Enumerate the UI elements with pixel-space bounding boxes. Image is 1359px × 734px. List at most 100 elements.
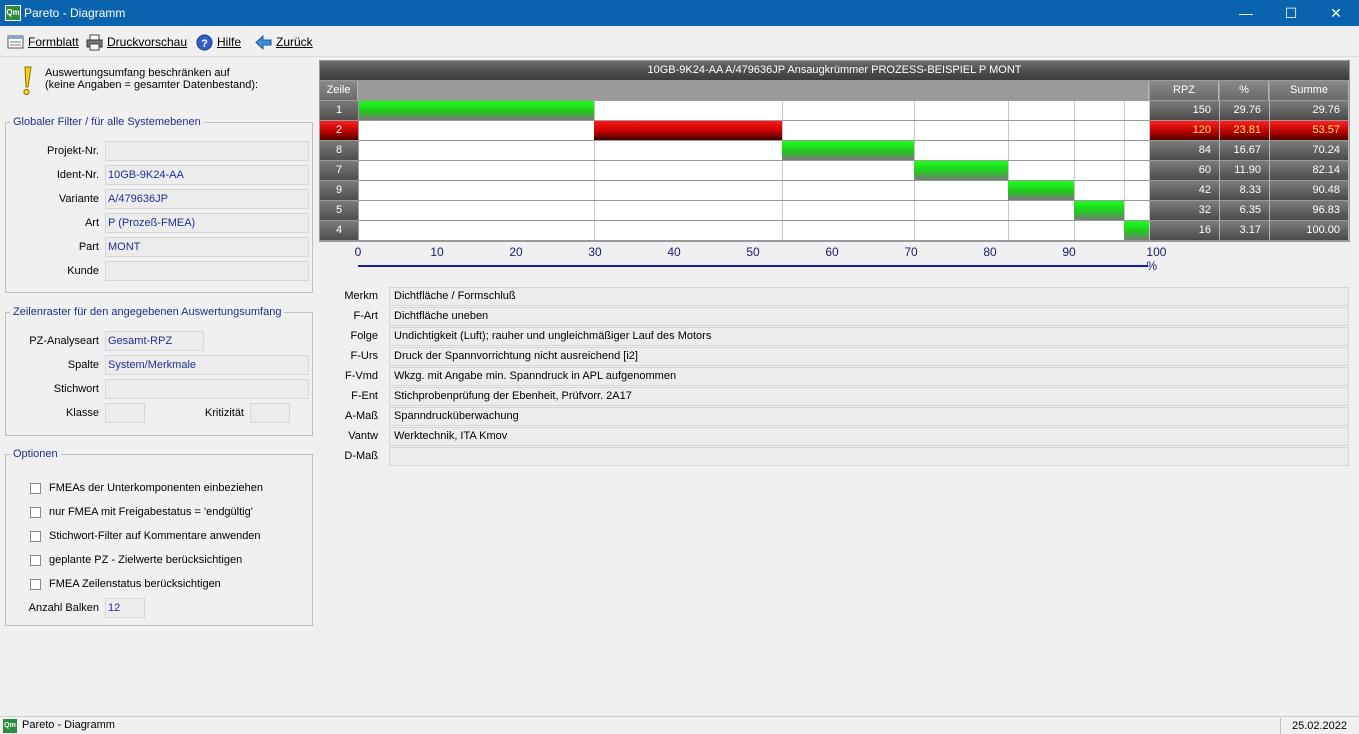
axis-tick-label: 20: [509, 245, 523, 259]
grid-line: [1007, 101, 1009, 120]
checkbox[interactable]: [30, 530, 41, 542]
detail-field[interactable]: Dichtfläche uneben: [389, 307, 1349, 326]
detail-label: F-Vmd: [345, 370, 378, 382]
stichwort-field[interactable]: [105, 379, 309, 399]
detail-field[interactable]: [389, 447, 1349, 466]
cumulative-value: 29.76: [1270, 101, 1349, 120]
kunde-label: Kunde: [67, 265, 99, 277]
part-label: Part: [78, 241, 99, 253]
detail-field[interactable]: Dichtfläche / Formschluß: [389, 287, 1349, 306]
detail-field[interactable]: Spanndrucküberwachung: [389, 407, 1349, 426]
rpz-value: 120: [1150, 121, 1220, 140]
pz-analyseart-field[interactable]: Gesamt-RPZ: [105, 331, 204, 351]
projekt-nr-label: Projekt-Nr.: [47, 145, 99, 157]
pareto-row[interactable]: 7 60 11.90 82.14: [320, 161, 1349, 180]
option-release-status[interactable]: nur FMEA mit Freigabestatus = 'endgültig…: [30, 506, 253, 518]
grid-line: [782, 221, 784, 240]
druckvorschau-button[interactable]: Druckvorschau: [86, 31, 187, 53]
cumulative-value: 96.83: [1270, 201, 1349, 220]
pareto-row[interactable]: 4 16 3.17 100.00: [320, 221, 1349, 240]
ident-nr-label: Ident-Nr.: [56, 169, 99, 181]
column-header-rpz: RPZ: [1150, 81, 1219, 100]
toolbar: Formblatt Druckvorschau ? Hilfe Zurück: [0, 26, 1359, 57]
option-label: FMEA Zeilenstatus berücksichtigen: [49, 578, 221, 590]
detail-field[interactable]: Werktechnik, ITA Kmov: [389, 427, 1349, 446]
pareto-chart: 10GB-9K24-AA A/479636JP Ansaugkrümmer PR…: [319, 60, 1350, 242]
formblatt-button[interactable]: Formblatt: [7, 31, 79, 53]
option-row-status[interactable]: FMEA Zeilenstatus berücksichtigen: [30, 578, 221, 590]
percent-value: 8.33: [1220, 181, 1270, 200]
column-header-percent: %: [1220, 81, 1269, 100]
detail-field[interactable]: Undichtigkeit (Luft); rauher und ungleic…: [389, 327, 1349, 346]
detail-label: F-Art: [353, 310, 378, 322]
option-label: nur FMEA mit Freigabestatus = 'endgültig…: [49, 506, 253, 518]
pareto-row[interactable]: 2 120 23.81 53.57: [320, 121, 1349, 140]
grid-line: [1073, 181, 1075, 200]
spalte-field[interactable]: System/Merkmale: [105, 355, 309, 375]
row-bar-area: [359, 181, 1150, 200]
pareto-bar: [1123, 221, 1149, 240]
anzahl-balken-field[interactable]: 12: [105, 598, 145, 618]
checkbox[interactable]: [30, 506, 41, 518]
checkbox[interactable]: [30, 554, 41, 566]
detail-label: F-Ent: [351, 390, 378, 402]
grid-line: [1073, 121, 1075, 140]
ident-nr-field[interactable]: 10GB-9K24-AA: [105, 165, 309, 185]
rpz-value: 150: [1150, 101, 1220, 120]
bar-area-header: [358, 81, 1149, 100]
anzahl-balken-label: Anzahl Balken: [28, 602, 99, 614]
app-icon: Qm: [3, 719, 17, 733]
detail-field[interactable]: Wkzg. mit Angabe min. Spanndruck in APL …: [389, 367, 1349, 386]
part-field[interactable]: MONT: [105, 237, 309, 257]
hint-line-1: Auswertungsumfang beschränken auf: [45, 67, 230, 79]
axis-tick-label: 0: [354, 245, 362, 259]
projekt-nr-field[interactable]: [105, 141, 309, 161]
checkbox[interactable]: [30, 578, 41, 590]
klasse-field[interactable]: [105, 403, 145, 423]
grid-line: [1123, 181, 1125, 200]
cumulative-value: 100.00: [1270, 221, 1349, 240]
pareto-row[interactable]: 8 84 16.67 70.24: [320, 141, 1349, 160]
detail-field[interactable]: Druck der Spannvorrichtung nicht ausreic…: [389, 347, 1349, 366]
grid-line: [782, 201, 784, 220]
grid-line: [782, 181, 784, 200]
pareto-row[interactable]: 5 32 6.35 96.83: [320, 201, 1349, 220]
grid-line: [1073, 221, 1075, 240]
hint-line-2: (keine Angaben = gesamter Datenbestand):: [45, 79, 259, 91]
option-keyword-comments[interactable]: Stichwort-Filter auf Kommentare anwenden: [30, 530, 261, 542]
kunde-field[interactable]: [105, 261, 309, 281]
hilfe-button[interactable]: ? Hilfe: [196, 31, 241, 53]
rpz-value: 60: [1150, 161, 1220, 180]
option-subcomponents[interactable]: FMEAs der Unterkomponenten einbeziehen: [30, 482, 263, 494]
pareto-row[interactable]: 9 42 8.33 90.48: [320, 181, 1349, 200]
form-icon: [7, 34, 24, 51]
detail-field[interactable]: Stichprobenprüfung der Ebenheit, Prüfvor…: [389, 387, 1349, 406]
grid-line: [594, 161, 596, 180]
filter-panel: Auswertungsumfang beschränken auf (keine…: [0, 58, 318, 714]
row-bar-area: [359, 201, 1150, 220]
close-button[interactable]: ✕: [1313, 0, 1359, 26]
checkbox[interactable]: [30, 482, 41, 494]
row-number: 5: [320, 201, 358, 220]
spalte-label: Spalte: [67, 359, 99, 371]
detail-label: A-Maß: [345, 410, 378, 422]
art-field[interactable]: P (Prozeß-FMEA): [105, 213, 309, 233]
pareto-bar: [359, 101, 595, 120]
axis-tick-label: 100 %: [1146, 245, 1167, 273]
hilfe-label: Hilfe: [217, 35, 242, 49]
maximize-button[interactable]: ☐: [1268, 0, 1314, 26]
variante-field[interactable]: A/479636JP: [105, 189, 309, 209]
axis-tick-label: 80: [983, 245, 997, 259]
exclamation-icon: [19, 66, 35, 96]
percent-axis: 0 10 20 30 40 50 60 70 80 90 100 %: [354, 245, 1167, 273]
kritizitaet-field[interactable]: [250, 403, 290, 423]
hint-text: Auswertungsumfang beschränken auf (keine…: [45, 67, 258, 91]
pz-analyseart-label: PZ-Analyseart: [29, 335, 99, 347]
grid-line: [1123, 201, 1125, 220]
grid-line: [1007, 141, 1009, 160]
pareto-row[interactable]: 1 150 29.76 29.76: [320, 101, 1349, 120]
percent-value: 29.76: [1220, 101, 1270, 120]
zurueck-button[interactable]: Zurück: [255, 31, 313, 53]
option-target-values[interactable]: geplante PZ - Zielwerte berücksichtigen: [30, 554, 242, 566]
minimize-button[interactable]: —: [1223, 0, 1269, 26]
